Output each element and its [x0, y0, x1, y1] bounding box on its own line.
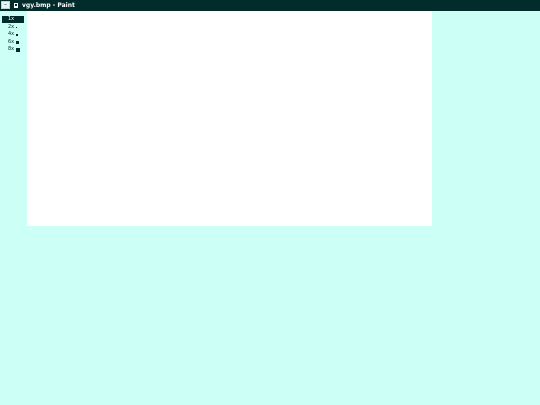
brush-size-label: 8x: [8, 46, 15, 53]
brush-size-panel: 1x 2x 4x 6x 8x: [2, 16, 24, 54]
brush-1x-icon: [16, 19, 17, 20]
brush-8x-icon: [16, 47, 20, 52]
brush-size-4x[interactable]: 4x: [2, 31, 24, 38]
menu-icon: –: [4, 1, 7, 8]
drawing-canvas[interactable]: [27, 11, 432, 226]
brush-2x-icon: [16, 26, 17, 28]
title-bar: – vgy.bmp - Paint: [0, 0, 540, 11]
brush-size-8x[interactable]: 8x: [2, 46, 24, 53]
brush-size-label: 1x: [8, 16, 15, 22]
brush-size-6x[interactable]: 6x: [2, 39, 24, 46]
brush-size-label: 2x: [8, 23, 15, 30]
brush-size-label: 4x: [8, 31, 15, 38]
brush-size-2x[interactable]: 2x: [2, 24, 24, 31]
paint-document-icon: [13, 2, 19, 9]
brush-size-1x[interactable]: 1x: [2, 16, 24, 23]
window-title: vgy.bmp - Paint: [22, 2, 75, 9]
brush-size-label: 6x: [8, 38, 15, 45]
system-menu-button[interactable]: –: [1, 1, 10, 9]
brush-4x-icon: [16, 33, 18, 36]
brush-6x-icon: [16, 40, 19, 44]
